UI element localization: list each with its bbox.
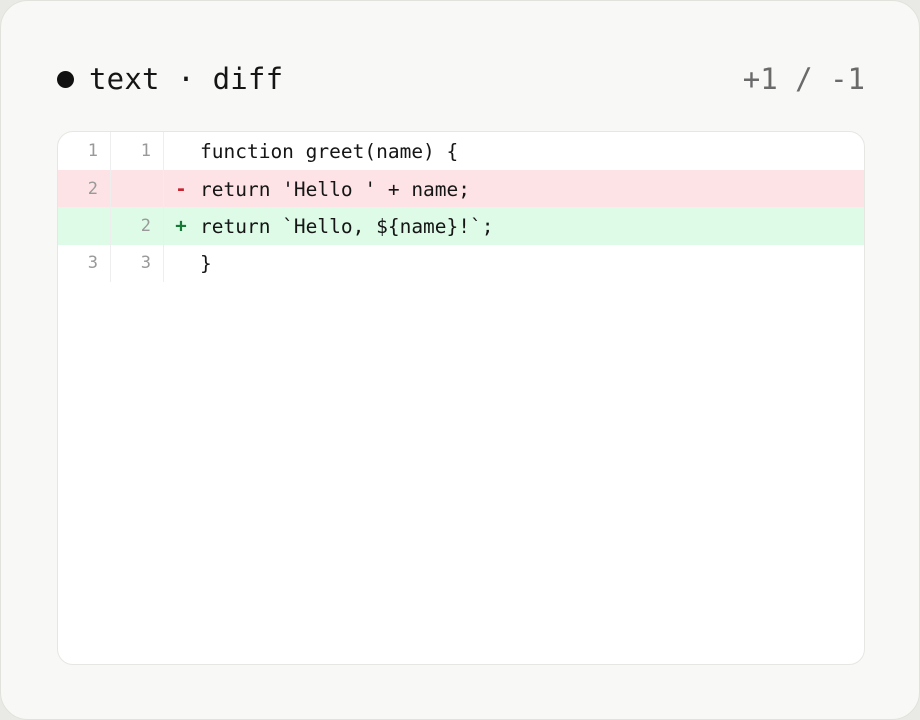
diff-header: text · diff +1 / -1 xyxy=(57,57,865,101)
new-line-number xyxy=(111,170,164,208)
old-line-number: 2 xyxy=(58,170,111,208)
new-line-number: 2 xyxy=(111,207,164,245)
dot-icon xyxy=(57,70,74,88)
diff-panel: 1 1 function greet(name) { 2 - return 'H… xyxy=(57,131,865,665)
added-sign: + xyxy=(175,215,187,237)
old-line-number: 3 xyxy=(58,244,111,282)
old-line-number: 1 xyxy=(58,132,111,170)
code-text: return 'Hello ' + name; xyxy=(200,177,471,201)
diff-title: text · diff xyxy=(89,62,284,96)
new-line-number: 3 xyxy=(111,244,164,282)
code-text: function greet(name) { xyxy=(200,139,459,163)
code-text: } xyxy=(200,251,212,275)
diff-card: text · diff +1 / -1 1 1 function greet(n… xyxy=(0,0,920,720)
code-text: return `Hello, ${name}!`; xyxy=(200,214,494,238)
diff-line-context: 1 1 function greet(name) { xyxy=(58,132,864,170)
diff-stats: +1 / -1 xyxy=(742,62,865,96)
removed-sign: - xyxy=(175,178,187,200)
title-group: text · diff xyxy=(57,57,283,101)
diff-line-context: 3 3 } xyxy=(58,244,864,282)
diff-line-removed: 2 - return 'Hello ' + name; xyxy=(58,170,864,208)
new-line-number: 1 xyxy=(111,132,164,170)
diff-line-added: 2 + return `Hello, ${name}!`; xyxy=(58,207,864,245)
old-line-number xyxy=(58,207,111,245)
